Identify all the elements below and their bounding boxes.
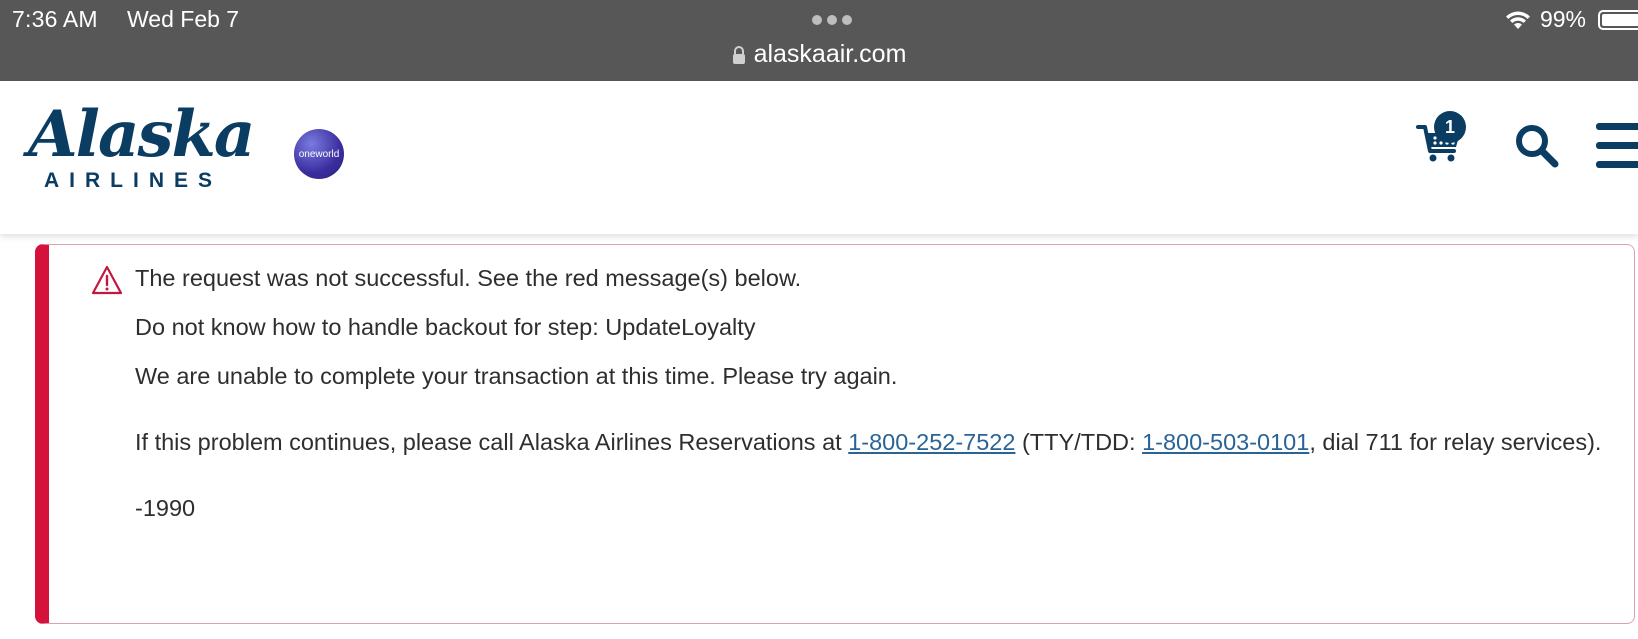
alert-message-detail: Do not know how to handle backout for st… bbox=[135, 314, 756, 340]
site-header: Alaska AIRLINES oneworld 1 bbox=[0, 81, 1638, 234]
alert-message-summary: The request was not successful. See the … bbox=[135, 265, 802, 291]
search-icon[interactable] bbox=[1512, 121, 1560, 169]
status-date: Wed Feb 7 bbox=[127, 6, 240, 32]
alert-message-contact: If this problem continues, please call A… bbox=[135, 426, 1624, 458]
alert-messages: The request was not successful. See the … bbox=[135, 262, 1624, 524]
warning-icon bbox=[91, 265, 123, 295]
browser-status-bar: 7:36 AM Wed Feb 7 99% alaskaair.com bbox=[0, 0, 1638, 81]
contact-text-2: (TTY/TDD: bbox=[1015, 429, 1143, 455]
logo-wordmark: Alaska bbox=[28, 97, 255, 172]
multitasking-dots-icon[interactable] bbox=[812, 15, 852, 25]
address-bar[interactable]: alaskaair.com bbox=[0, 40, 1638, 72]
hamburger-menu-icon[interactable] bbox=[1596, 123, 1638, 171]
error-code: -1990 bbox=[135, 495, 196, 521]
alaska-airlines-logo[interactable]: Alaska AIRLINES bbox=[28, 97, 255, 193]
tty-phone-link[interactable]: 1-800-503-0101 bbox=[1142, 429, 1309, 455]
alert-message-retry: We are unable to complete your transacti… bbox=[135, 363, 898, 389]
logo-subtitle: AIRLINES bbox=[44, 169, 223, 192]
battery-percent: 99% bbox=[1539, 6, 1586, 32]
url-text: alaskaair.com bbox=[753, 40, 907, 68]
wifi-icon bbox=[1505, 11, 1530, 29]
status-time: 7:36 AM bbox=[12, 6, 98, 32]
cart-count-badge: 1 bbox=[1434, 111, 1466, 143]
error-alert: The request was not successful. See the … bbox=[35, 244, 1635, 624]
contact-text-3: , dial 711 for relay services). bbox=[1309, 429, 1602, 455]
lock-icon bbox=[732, 45, 745, 64]
contact-text-1: If this problem continues, please call A… bbox=[135, 429, 849, 455]
oneworld-label: oneworld bbox=[298, 148, 340, 160]
oneworld-logo: oneworld bbox=[294, 129, 344, 179]
reservations-phone-link[interactable]: 1-800-252-7522 bbox=[848, 429, 1015, 455]
battery-icon bbox=[1598, 9, 1638, 30]
status-indicators: 99% bbox=[1504, 6, 1638, 33]
